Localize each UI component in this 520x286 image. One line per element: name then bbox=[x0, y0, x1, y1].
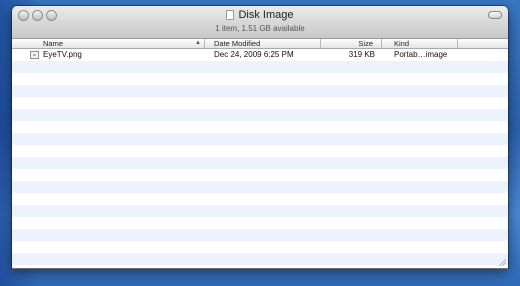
sort-ascending-icon: ▲ bbox=[195, 40, 201, 46]
resize-grip-icon[interactable] bbox=[498, 258, 506, 266]
window-title-text: Disk Image bbox=[238, 9, 294, 21]
file-name: EyeTV.png bbox=[43, 50, 82, 59]
window-title: Disk Image bbox=[12, 9, 508, 22]
file-kind: Portab…image bbox=[394, 50, 448, 59]
empty-row bbox=[12, 181, 508, 193]
column-header-size-label: Size bbox=[358, 39, 373, 48]
column-header: Name ▲ Date Modified Size Kind bbox=[12, 39, 508, 49]
column-header-name-label: Name bbox=[43, 39, 64, 48]
column-header-size[interactable]: Size bbox=[321, 39, 382, 48]
finder-window: Disk Image 1 item, 1.51 GB available Nam… bbox=[12, 6, 508, 268]
title-bar[interactable]: Disk Image 1 item, 1.51 GB available bbox=[12, 6, 508, 39]
empty-row bbox=[12, 157, 508, 169]
file-date-modified: Dec 24, 2009 6:25 PM bbox=[214, 50, 294, 59]
status-bar-text: 1 item, 1.51 GB available bbox=[215, 24, 305, 33]
empty-row bbox=[12, 133, 508, 145]
column-header-kind[interactable]: Kind bbox=[382, 39, 458, 48]
column-header-name[interactable]: Name ▲ bbox=[12, 39, 205, 48]
file-list: EyeTV.png Dec 24, 2009 6:25 PM 319 KB Po… bbox=[12, 49, 508, 268]
empty-row bbox=[12, 85, 508, 97]
file-size: 319 KB bbox=[348, 50, 375, 59]
empty-row bbox=[12, 205, 508, 217]
list-item[interactable]: EyeTV.png Dec 24, 2009 6:25 PM 319 KB Po… bbox=[12, 49, 508, 61]
empty-row bbox=[12, 61, 508, 73]
image-file-icon bbox=[30, 51, 39, 59]
column-header-date-modified[interactable]: Date Modified bbox=[205, 39, 321, 48]
empty-row bbox=[12, 229, 508, 241]
empty-row bbox=[12, 109, 508, 121]
empty-row bbox=[12, 253, 508, 265]
column-header-date-label: Date Modified bbox=[214, 39, 261, 48]
column-header-kind-label: Kind bbox=[394, 39, 410, 48]
disk-image-icon bbox=[226, 10, 235, 20]
toolbar-toggle-button[interactable] bbox=[488, 11, 502, 19]
window-bottom-edge bbox=[12, 268, 508, 269]
